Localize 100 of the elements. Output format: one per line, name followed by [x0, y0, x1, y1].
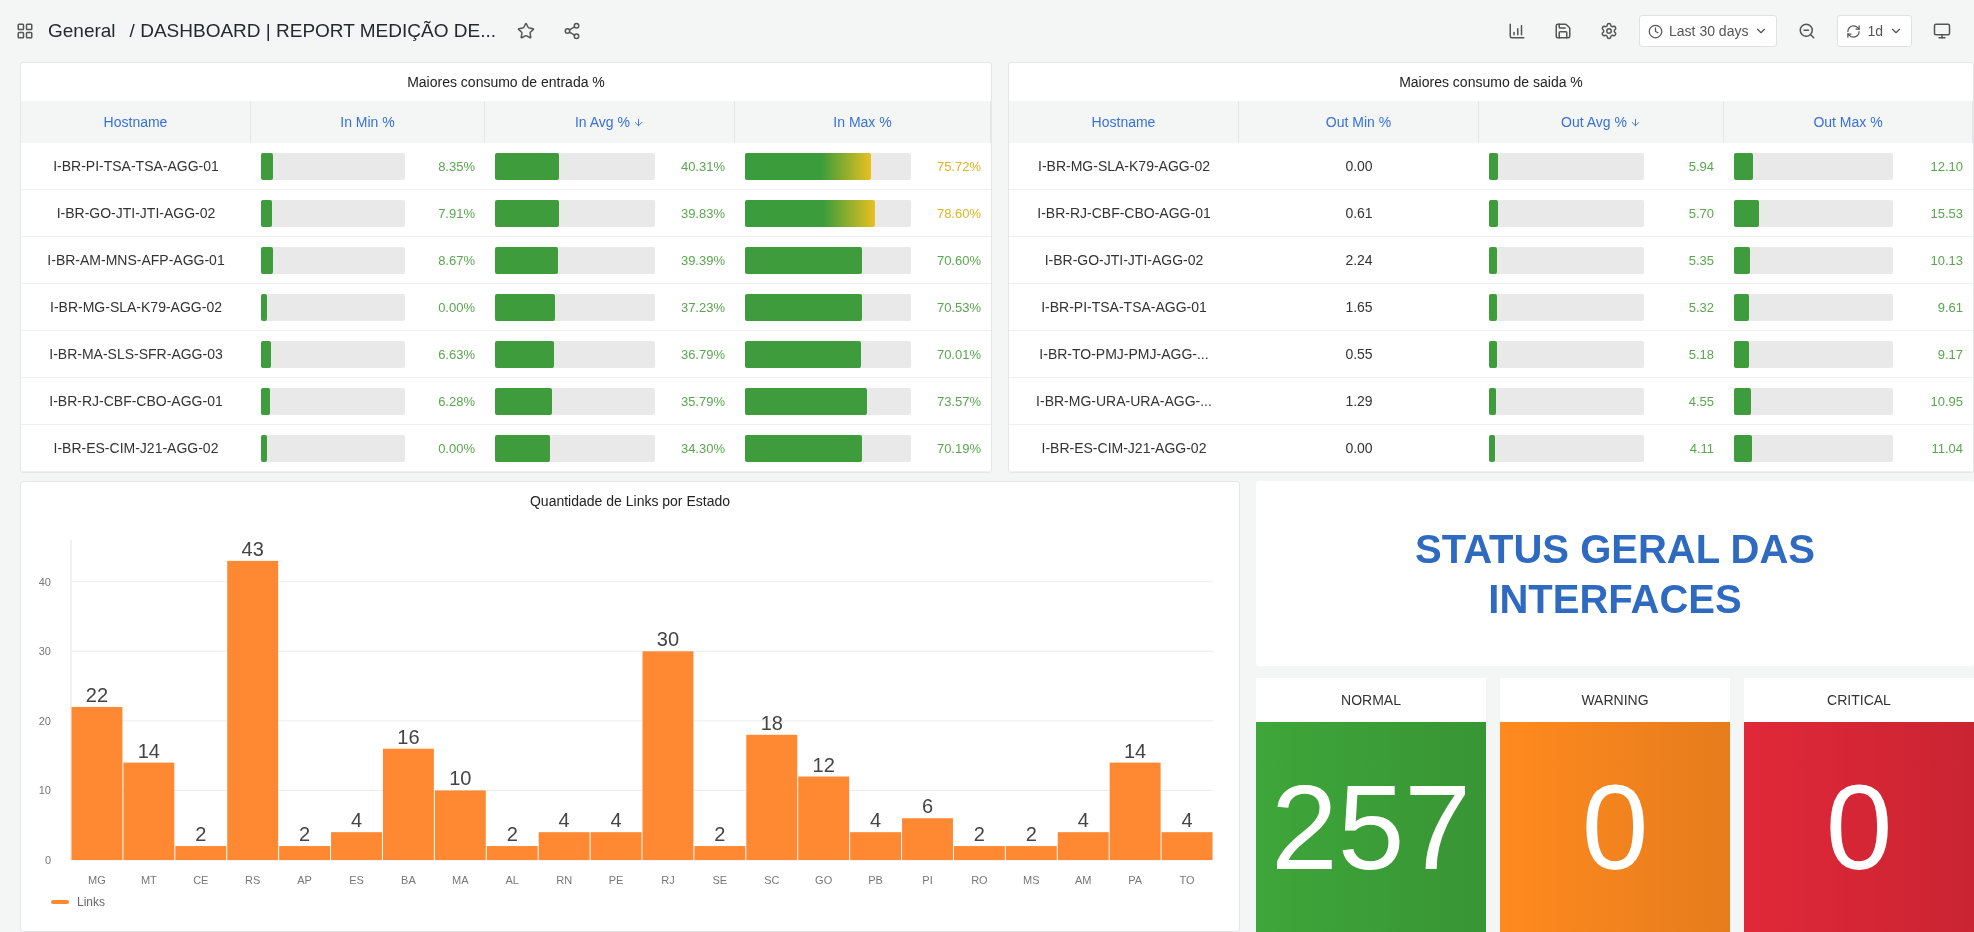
gauge-value: 39.83%: [679, 205, 725, 221]
refresh-icon: [1846, 23, 1862, 39]
gauge-value: 5.32: [1687, 299, 1714, 315]
data-label: 12: [812, 753, 835, 776]
axis-tick-label: AL: [505, 874, 519, 886]
axis-tick-label: BA: [401, 874, 416, 886]
data-label: 14: [1124, 739, 1147, 762]
axis-tick-label: PA: [1128, 874, 1143, 886]
legend-swatch: [51, 900, 69, 904]
gauge-value: 39.39%: [679, 252, 725, 268]
gauge-value: 8.35%: [437, 158, 475, 174]
table-cell: 0.00: [1239, 143, 1479, 190]
axis-tick-label: PE: [608, 874, 624, 886]
panel-title: Quantidade de Links por Estado: [529, 492, 731, 511]
axis-tick-label: ES: [349, 874, 364, 886]
axis-tick-label: PB: [868, 874, 883, 886]
axis-tick-label: 40: [38, 575, 51, 588]
gauge-value: 0.00%: [437, 440, 475, 456]
axis-tick-label: MT: [140, 874, 157, 886]
dashboard-title: / DASHBOARD | REPORT MEDIÇÃO DE...: [129, 20, 496, 42]
stat-value: 0: [1744, 722, 1974, 932]
gauge-value: 6.28%: [437, 393, 475, 409]
axis-tick-label: RN: [556, 874, 573, 886]
gauge-value: 4.55: [1687, 393, 1714, 409]
gauge-value: 8.67%: [437, 252, 475, 268]
refresh-picker[interactable]: 1d: [1837, 15, 1912, 47]
data-label: 6: [921, 795, 934, 818]
data-label: 4: [1077, 809, 1089, 832]
data-label: 2: [506, 823, 518, 846]
gauge-value: 70.19%: [935, 440, 981, 456]
data-label: 2: [299, 823, 311, 846]
gauge-value: 9.17: [1936, 346, 1963, 362]
table-cell: I-BR-RJ-CBF-CBO-AGG-01: [21, 378, 251, 425]
data-label: 4: [558, 809, 570, 832]
gauge-value: 35.79%: [679, 393, 725, 409]
column-header[interactable]: Hostname: [21, 101, 251, 143]
data-label: 4: [610, 809, 622, 832]
column-header[interactable]: Out Max %: [1724, 101, 1973, 143]
gauge-value: 15.53: [1929, 205, 1963, 221]
data-label: 4: [1181, 809, 1193, 832]
gauge-value: 5.35: [1687, 252, 1714, 268]
column-header[interactable]: Out Min %: [1239, 101, 1479, 143]
column-header[interactable]: Hostname: [1009, 101, 1239, 143]
column-header[interactable]: In Min %: [251, 101, 485, 143]
table-cell: 0.61: [1239, 190, 1479, 237]
breadcrumb-link[interactable]: General: [48, 20, 116, 42]
gauge-value: 10.95: [1929, 393, 1963, 409]
table-cell: I-BR-ES-CIM-J21-AGG-02: [1009, 425, 1239, 472]
axis-tick-label: CE: [193, 874, 209, 886]
gauge-value: 10.13: [1929, 252, 1963, 268]
gauge-value: 5.70: [1687, 205, 1714, 221]
table-cell: I-BR-TO-PMJ-PMJ-AGG-...: [1009, 331, 1239, 378]
gauge-value: 0.00%: [437, 299, 475, 315]
axis-tick-label: SE: [712, 874, 728, 886]
table-cell: I-BR-GO-JTI-JTI-AGG-02: [21, 190, 251, 237]
panel-title: Maiores consumo de entrada %: [406, 73, 606, 92]
data-label: 43: [241, 537, 264, 560]
axis-tick-label: AP: [297, 874, 312, 886]
axis-tick-label: 30: [38, 645, 51, 658]
axis-tick-label: 0: [44, 854, 51, 866]
data-label: 2: [1025, 823, 1037, 846]
legend-label[interactable]: Links: [77, 895, 105, 909]
data-label: 2: [195, 823, 207, 846]
gauge-value: 5.18: [1687, 346, 1714, 362]
time-range-picker[interactable]: Last 30 days: [1639, 15, 1778, 47]
table-cell: I-BR-MG-SLA-K79-AGG-02: [1009, 143, 1239, 190]
gauge-value: 37.23%: [679, 299, 725, 315]
stat-value: 257: [1256, 722, 1486, 932]
data-label: 4: [350, 809, 363, 832]
table-cell: I-BR-AM-MNS-AFP-AGG-01: [21, 237, 251, 284]
table-cell: I-BR-PI-TSA-TSA-AGG-01: [1009, 284, 1239, 331]
gauge-value: 12.10: [1929, 158, 1963, 174]
column-header[interactable]: Out Avg %: [1479, 101, 1724, 143]
gauge-value: 11.04: [1930, 440, 1963, 456]
gauge-value: 78.60%: [935, 205, 981, 221]
gauge-value: 70.60%: [935, 252, 981, 268]
gauge-value: 6.63%: [437, 346, 475, 362]
axis-tick-label: TO: [1179, 874, 1195, 886]
gauge-value: 70.53%: [935, 299, 981, 315]
axis-tick-label: RJ: [661, 874, 675, 886]
data-label: 30: [656, 628, 680, 651]
table-cell: I-BR-MA-SLS-SFR-AGG-03: [21, 331, 251, 378]
column-header[interactable]: In Avg %: [485, 101, 735, 143]
table-cell: 1.29: [1239, 378, 1479, 425]
dashboards-icon: [16, 22, 34, 40]
gauge-value: 36.79%: [679, 346, 725, 362]
data-label: 22: [85, 683, 109, 706]
stat-label: NORMAL: [1340, 691, 1402, 710]
axis-tick-label: 10: [38, 784, 51, 797]
axis-tick-label: RS: [245, 874, 261, 886]
stat-label: WARNING: [1580, 691, 1650, 710]
gauge-value: 70.01%: [935, 346, 981, 362]
gauge-value: 9.61: [1936, 299, 1963, 315]
data-label: 14: [137, 739, 160, 762]
table-cell: I-BR-MG-SLA-K79-AGG-02: [21, 284, 251, 331]
table-cell: I-BR-PI-TSA-TSA-AGG-01: [21, 143, 251, 190]
table-cell: 0.00: [1239, 425, 1479, 472]
stat-value: 0: [1500, 722, 1730, 932]
column-header[interactable]: In Max %: [735, 101, 991, 143]
axis-tick-label: MA: [452, 874, 469, 886]
